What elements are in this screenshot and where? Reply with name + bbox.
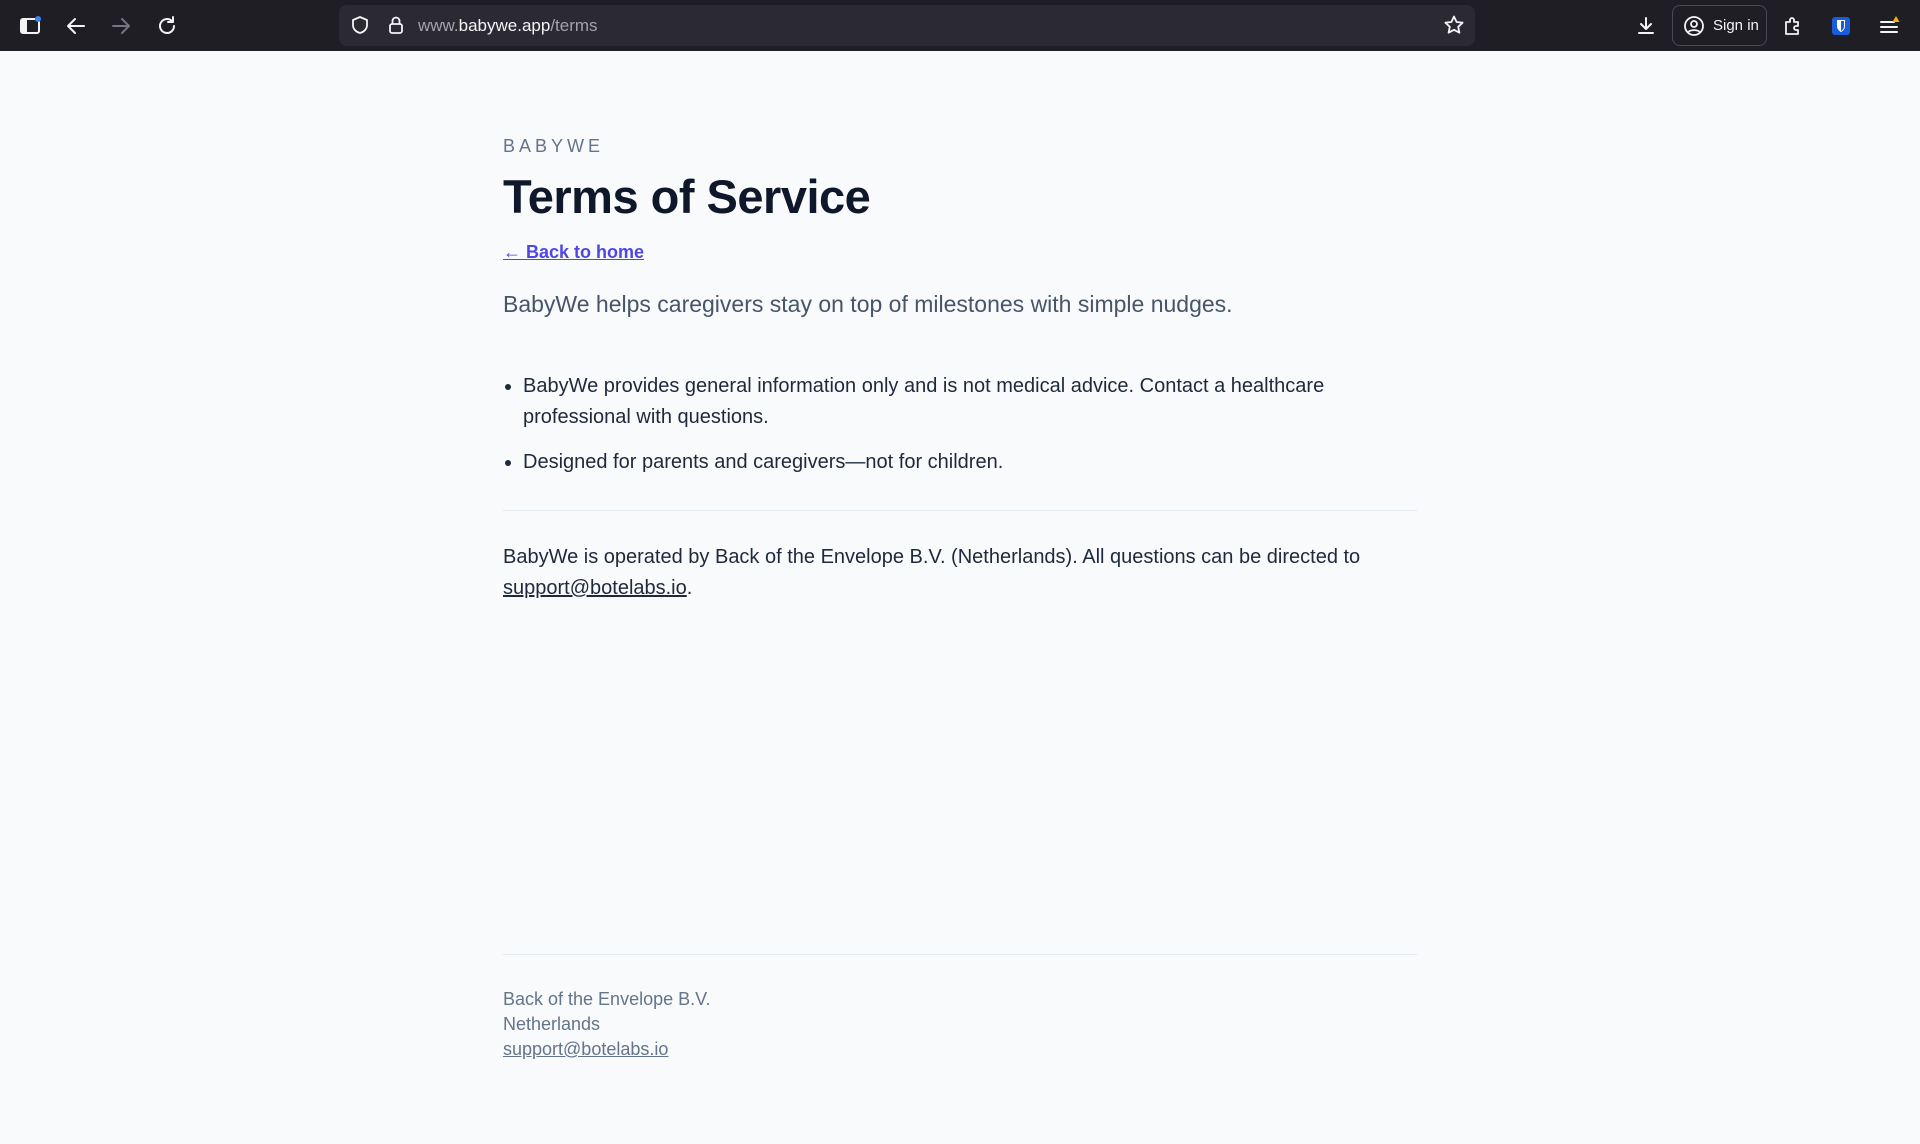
footer-company: Back of the Envelope B.V. bbox=[503, 989, 711, 1009]
sign-in-button[interactable]: Sign in bbox=[1672, 5, 1767, 46]
account-icon bbox=[1683, 15, 1705, 37]
extensions-puzzle-icon[interactable] bbox=[1776, 9, 1810, 43]
list-item: Designed for parents and caregivers—not … bbox=[523, 447, 1417, 478]
tagline: BabyWe helps caregivers stay on top of m… bbox=[503, 291, 1233, 317]
downloads-icon[interactable] bbox=[1629, 9, 1663, 43]
bookmark-star-icon[interactable] bbox=[1441, 12, 1467, 38]
terms-list: BabyWe provides general information only… bbox=[503, 371, 1417, 492]
brand-label: BABYWE bbox=[503, 136, 605, 156]
divider bbox=[503, 510, 1417, 511]
password-manager-shield-icon[interactable] bbox=[1824, 9, 1858, 43]
menu-hamburger-icon[interactable] bbox=[1872, 9, 1906, 43]
footer-country: Netherlands bbox=[503, 1014, 601, 1034]
browser-toolbar: www.babywe.app/terms Sign in bbox=[0, 0, 1920, 51]
tracking-protection-shield-icon[interactable] bbox=[347, 12, 373, 38]
url-text[interactable]: www.babywe.app/terms bbox=[418, 5, 598, 46]
footer-email-link[interactable]: support@botelabs.io bbox=[503, 1039, 668, 1059]
back-arrow-icon[interactable] bbox=[59, 9, 93, 43]
footer-divider bbox=[503, 954, 1417, 955]
reload-icon[interactable] bbox=[150, 9, 184, 43]
sidebar-toggle-icon[interactable] bbox=[13, 9, 47, 43]
address-bar[interactable]: www.babywe.app/terms bbox=[339, 5, 1475, 46]
operator-paragraph: BabyWe is operated by Back of the Envelo… bbox=[503, 546, 1361, 599]
operator-email-link[interactable]: support@botelabs.io bbox=[503, 577, 687, 599]
lock-icon[interactable] bbox=[383, 12, 409, 38]
forward-arrow-icon[interactable] bbox=[104, 9, 138, 43]
list-item: BabyWe provides general information only… bbox=[523, 371, 1417, 433]
back-to-home-link[interactable]: ← Back to home bbox=[503, 242, 644, 263]
footer: Back of the Envelope B.V. Netherlands su… bbox=[503, 987, 710, 1062]
page-title: Terms of Service bbox=[503, 170, 871, 223]
sign-in-label: Sign in bbox=[1713, 17, 1759, 34]
